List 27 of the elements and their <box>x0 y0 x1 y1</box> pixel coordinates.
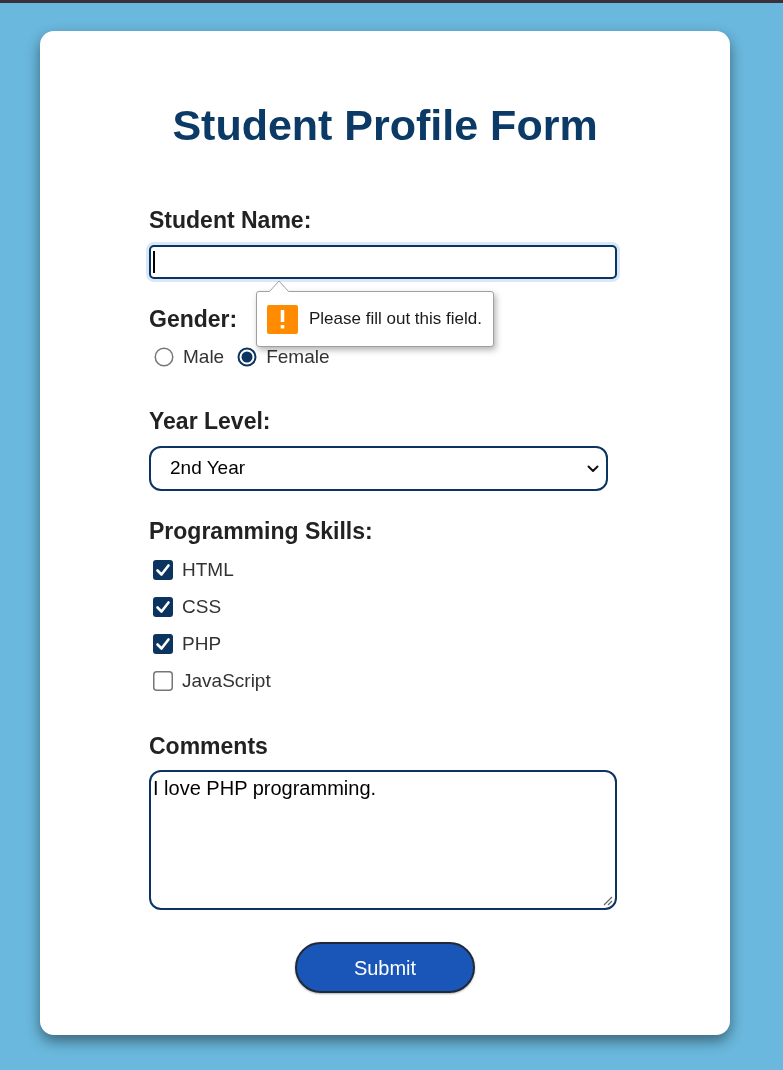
chevron-down-icon <box>587 464 599 473</box>
radio-label: Female <box>266 345 330 369</box>
form-title: Student Profile Form <box>172 100 598 151</box>
field-label: Year Level: <box>149 407 271 435</box>
checkbox-label: HTML <box>182 558 234 582</box>
checkbox-label: JavaScript <box>182 669 271 693</box>
checkbox-label: CSS <box>182 595 222 619</box>
radio-button[interactable] <box>237 347 258 367</box>
submit-button[interactable]: Submit <box>295 942 475 993</box>
radio-button[interactable] <box>154 347 174 367</box>
checkbox[interactable] <box>153 671 173 691</box>
field-label: Student Name: <box>149 206 312 234</box>
checkbox-label: PHP <box>182 632 222 656</box>
year-level-dropdown[interactable]: 2nd Year <box>149 446 608 491</box>
resize-grip-icon[interactable] <box>603 896 613 906</box>
field-label: Comments <box>149 732 268 760</box>
text-caret <box>153 251 155 273</box>
radio-label: Male <box>183 345 225 369</box>
field-label: Gender: <box>149 305 238 333</box>
name-input-field[interactable] <box>149 245 617 279</box>
tooltip-message: Please fill out this field. <box>309 308 482 330</box>
checkbox[interactable] <box>153 560 173 580</box>
comments-textarea[interactable]: I love PHP programming. <box>149 770 617 910</box>
checkbox[interactable] <box>153 634 173 654</box>
field-label: Programming Skills: <box>149 517 373 545</box>
warning-icon <box>267 304 298 334</box>
checkbox[interactable] <box>153 597 173 617</box>
